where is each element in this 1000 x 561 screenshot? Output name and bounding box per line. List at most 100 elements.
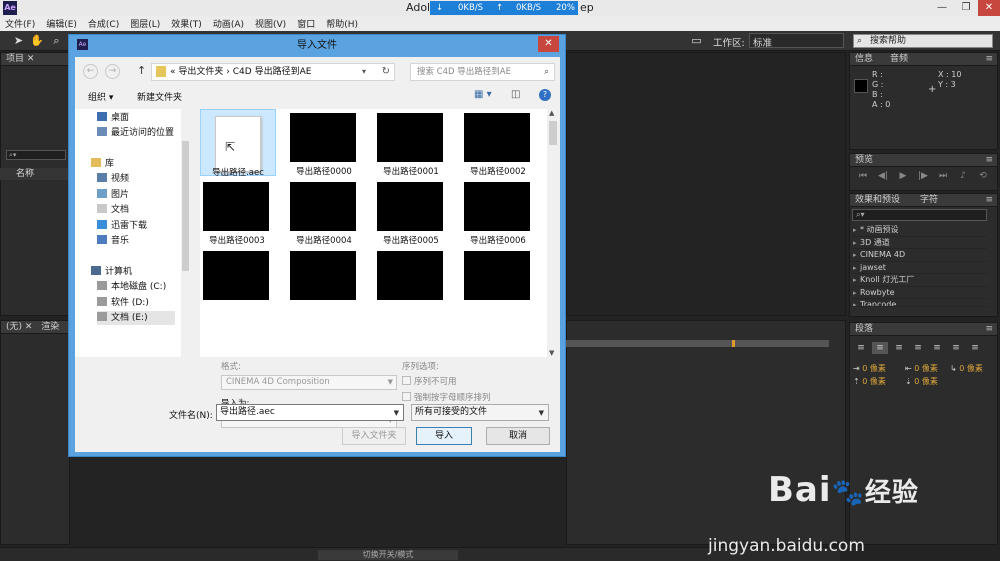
justify-left-icon[interactable]: ≡ [910, 342, 926, 354]
justify-all-icon[interactable]: ≡ [967, 342, 983, 354]
paragraph-panel-tab[interactable]: 段落 ≡ [850, 323, 997, 336]
loop-icon[interactable]: ⟲ [973, 171, 993, 181]
project-name-column[interactable]: 名称 [0, 168, 68, 180]
effects-item[interactable]: Trapcode [852, 299, 987, 307]
preview-pane-icon[interactable]: ◫ [511, 89, 520, 100]
effects-item[interactable]: 3D 通道 [852, 237, 987, 249]
format-select[interactable]: CINEMA 4D Composition ▼ [221, 375, 397, 390]
file-item[interactable]: 导出路径0002 [454, 109, 530, 177]
justify-right-icon[interactable]: ≡ [948, 342, 964, 354]
chevron-down-icon[interactable]: ▼ [394, 406, 399, 421]
force-alphabetical-checkbox[interactable]: 强制按字母顺序排列 [402, 391, 491, 403]
project-panel-tab[interactable]: 项目 ✕ [1, 53, 69, 66]
align-center-icon[interactable]: ≡ [872, 342, 888, 354]
menu-layer[interactable]: 图层(L) [130, 17, 160, 30]
dialog-close-icon[interactable]: ✕ [538, 36, 559, 52]
sequence-unavailable-checkbox[interactable]: 序列不可用 [402, 375, 457, 387]
file-item[interactable]: 导出路径0004 [280, 178, 356, 246]
snapshot-icon[interactable]: ▭ [690, 34, 703, 47]
forward-icon[interactable]: → [105, 64, 120, 79]
current-time-marker[interactable] [732, 340, 735, 347]
indent-left[interactable]: ⇥ 0 像素 [853, 363, 886, 374]
organize-button[interactable]: 组织 ▾ [88, 90, 113, 103]
effects-panel-tab[interactable]: 效果和预设 字符 ≡ [850, 194, 997, 207]
menu-file[interactable]: 文件(F) [5, 17, 35, 30]
nav-disk-e[interactable]: 文档 (E:) [97, 311, 175, 325]
folder-search-input[interactable]: 搜索 C4D 导出路径到AE ⌕ [410, 63, 555, 81]
panel-menu-icon[interactable]: ≡ [985, 154, 993, 167]
new-folder-button[interactable]: 新建文件夹 [137, 90, 182, 103]
file-item[interactable] [200, 247, 269, 314]
search-help-input[interactable]: ⌕ 搜索帮助 [853, 34, 993, 48]
import-button[interactable]: 导入 [416, 427, 472, 445]
nav-pictures[interactable]: 图片 [97, 188, 129, 202]
timeline-none-tab[interactable]: (无) ✕ 渲染 [1, 321, 69, 334]
menu-composition[interactable]: 合成(C) [88, 17, 119, 30]
justify-center-icon[interactable]: ≡ [929, 342, 945, 354]
cancel-button[interactable]: 取消 [486, 427, 550, 445]
panel-menu-icon[interactable]: ≡ [985, 194, 993, 207]
chevron-down-icon[interactable]: ▾ [362, 64, 366, 80]
panel-menu-icon[interactable]: ≡ [985, 53, 993, 66]
preview-panel-tab[interactable]: 预览 ≡ [850, 154, 997, 167]
minimize-icon[interactable]: — [930, 0, 954, 16]
file-item[interactable]: 导出路径0001 [367, 109, 443, 177]
scroll-up-icon[interactable]: ▲ [549, 109, 554, 117]
nav-library[interactable]: 库 [91, 157, 114, 171]
last-frame-icon[interactable]: ⏭ [933, 171, 953, 181]
nav-desktop[interactable]: 桌面 [97, 111, 129, 125]
menu-effect[interactable]: 效果(T) [171, 17, 202, 30]
next-frame-icon[interactable]: |▶ [913, 171, 933, 181]
file-item[interactable]: 导出路径0003 [200, 178, 269, 246]
nav-xunlei-download[interactable]: 迅雷下载 [97, 219, 147, 233]
restore-icon[interactable]: ❐ [954, 0, 978, 16]
nav-disk-d[interactable]: 软件 (D:) [97, 296, 149, 310]
back-icon[interactable]: ← [83, 64, 98, 79]
hand-tool-icon[interactable]: ✋ [30, 34, 44, 47]
space-before[interactable]: ⇡ 0 像素 [853, 376, 886, 387]
zoom-tool-icon[interactable]: ⌕ [50, 34, 63, 47]
selection-tool-icon[interactable]: ➤ [12, 34, 25, 47]
menu-view[interactable]: 视图(V) [255, 17, 286, 30]
effects-item[interactable]: jawset [852, 262, 987, 274]
project-search-input[interactable]: ⌕▾ [6, 150, 66, 160]
menu-window[interactable]: 窗口 [297, 17, 315, 30]
close-window-icon[interactable]: ✕ [978, 0, 1000, 16]
import-folder-button[interactable]: 导入文件夹 [342, 427, 406, 445]
menu-animation[interactable]: 动画(A) [213, 17, 244, 30]
first-frame-icon[interactable]: ⏮ [853, 171, 873, 181]
file-item[interactable]: 导出路径0005 [367, 178, 443, 246]
effects-item[interactable]: * 动画预设 [852, 224, 987, 237]
menu-edit[interactable]: 编辑(E) [46, 17, 77, 30]
nav-documents[interactable]: 文档 [97, 203, 129, 217]
panel-menu-icon[interactable]: ≡ [985, 323, 993, 336]
align-right-icon[interactable]: ≡ [891, 342, 907, 354]
effects-item[interactable]: CINEMA 4D [852, 249, 987, 262]
refresh-icon[interactable]: ↻ [382, 64, 390, 80]
align-left-icon[interactable]: ≡ [853, 342, 869, 354]
file-item[interactable] [280, 247, 356, 314]
play-icon[interactable]: ▶ [893, 171, 913, 181]
effects-search-input[interactable]: ⌕▾ [852, 209, 987, 221]
prev-frame-icon[interactable]: ◀| [873, 171, 893, 181]
audio-icon[interactable]: ♪ [953, 171, 973, 181]
change-view-icon[interactable]: ▦ ▾ [474, 89, 492, 100]
breadcrumb-export-folder[interactable]: 导出文件夹 [178, 67, 223, 77]
file-item[interactable] [454, 247, 530, 314]
space-after[interactable]: ⇣ 0 像素 [905, 376, 938, 387]
effects-item[interactable]: Knoll 灯光工厂 [852, 274, 987, 287]
file-item[interactable] [367, 247, 443, 314]
nav-computer[interactable]: 计算机 [91, 265, 132, 279]
address-bar[interactable]: « 导出文件夹 › C4D 导出路径到AE ▾ ↻ [151, 63, 395, 81]
nav-disk-c[interactable]: 本地磁盘 (C:) [97, 280, 166, 294]
work-area-bar[interactable] [566, 340, 829, 347]
file-list-scrollbar[interactable]: ▲ ▼ [547, 109, 559, 357]
info-panel-tab[interactable]: 信息 音频 ≡ [850, 53, 997, 66]
indent-right[interactable]: ⇤ 0 像素 [905, 363, 938, 374]
up-folder-icon[interactable]: ↑ [137, 64, 146, 77]
nav-pane-scrollbar[interactable] [181, 109, 190, 357]
toggle-switches-modes-button[interactable]: 切换开关/模式 [318, 550, 458, 560]
indent-first-line[interactable]: ↳ 0 像素 [950, 363, 983, 374]
file-type-filter[interactable]: 所有可接受的文件 ▼ [411, 404, 549, 421]
filename-input[interactable]: 导出路径.aec ▼ [216, 404, 404, 421]
